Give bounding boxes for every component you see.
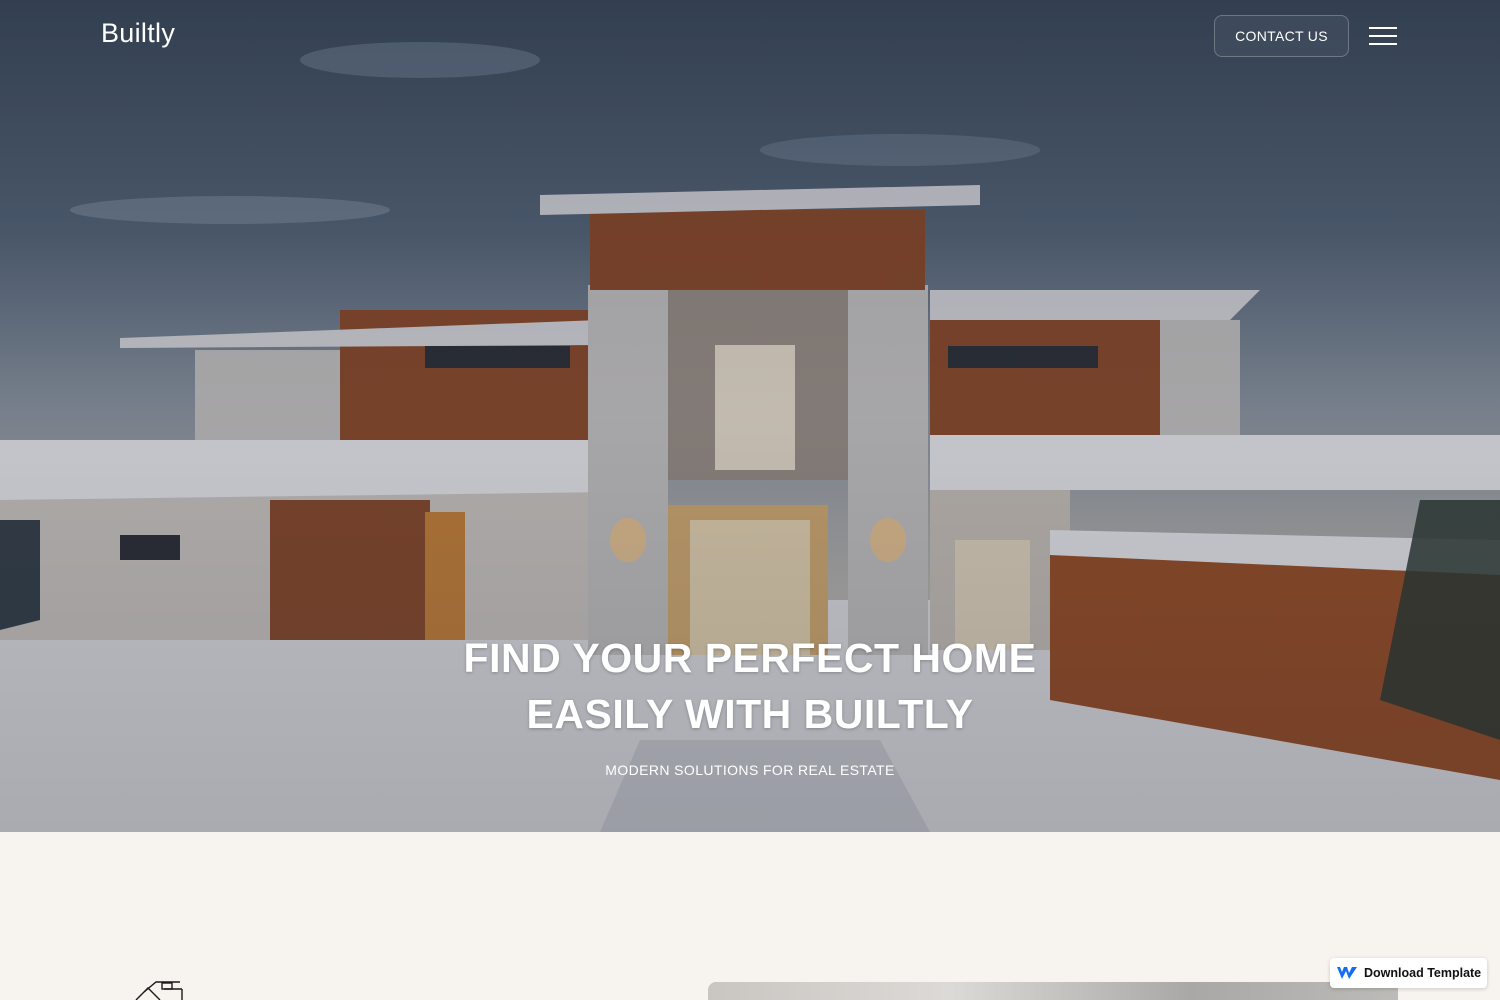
menu-icon[interactable] [1367,24,1399,48]
hero-title-line-1: FIND YOUR PERFECT HOME [463,635,1037,681]
logo[interactable]: Builtly [101,18,175,49]
hero-section: Builtly CONTACT US FIND YOUR PERFECT HOM… [0,0,1500,832]
webflow-icon [1337,967,1357,979]
house-icon [135,981,183,1000]
feature-image [708,982,1398,1000]
download-template-badge[interactable]: Download Template [1330,958,1487,988]
download-template-label: Download Template [1364,966,1482,980]
hero-title: FIND YOUR PERFECT HOME EASILY WITH BUILT… [350,630,1150,742]
hero-subtitle: MODERN SOLUTIONS FOR REAL ESTATE [605,762,895,778]
top-nav: Builtly CONTACT US [0,0,1500,72]
hero-title-line-2: EASILY WITH BUILTLY [526,691,974,737]
contact-us-button[interactable]: CONTACT US [1214,15,1349,57]
